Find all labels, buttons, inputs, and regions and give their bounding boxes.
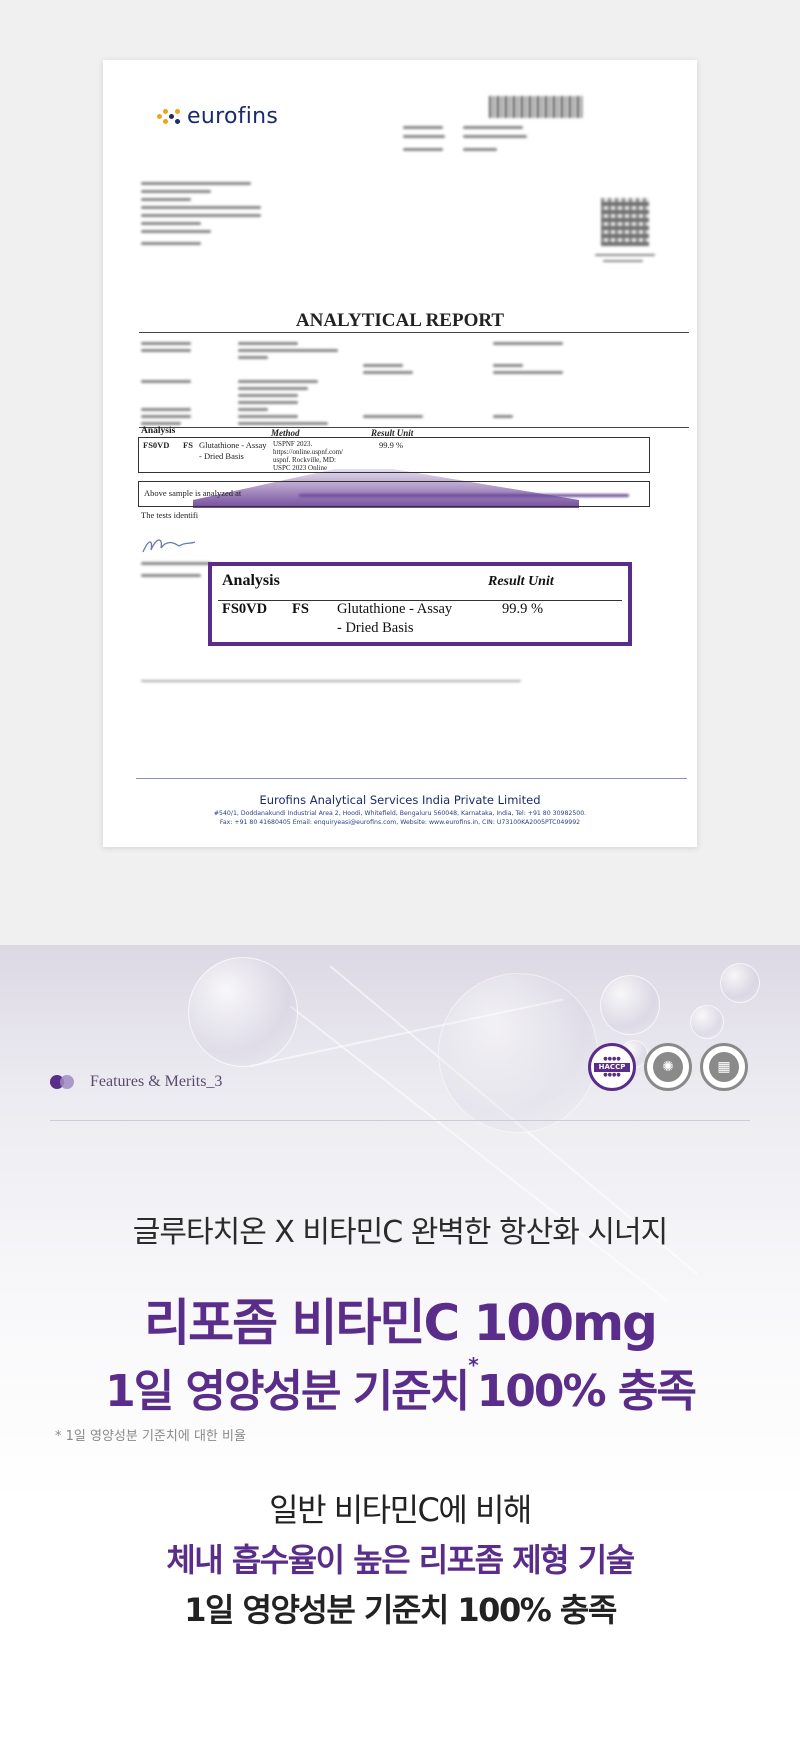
note-box: Above sample is analyzed at [138, 481, 650, 507]
footnote-text: * 1일 영양성분 기준치에 대한 비율 [55, 1429, 246, 1444]
row-desc-1: Glutathione - Assay [199, 440, 267, 450]
headline-daily-value-b: 100% 충족 [476, 1366, 697, 1417]
haccp-badge-label: HACCP [594, 1063, 630, 1072]
tests-line: The tests identifi [141, 510, 199, 520]
eurofins-wordmark: eurofins [187, 104, 279, 129]
seal-icon: ✺ [653, 1052, 683, 1082]
row-method-2: https://online.uspnf.com/ [273, 448, 343, 456]
eurofins-dots-icon [157, 107, 181, 127]
certification-badge: ✺ [644, 1043, 692, 1091]
analytical-report-document: eurofins ANALYTICAL REPORT Analysis Meth… [103, 60, 697, 847]
row-result: 99.9 % [379, 440, 404, 450]
molecule-bubble [188, 957, 298, 1067]
analysis-header: Analysis [141, 426, 176, 436]
row-code: FS0VD [143, 440, 170, 450]
building-icon: ▦ [709, 1052, 739, 1082]
report-title: ANALYTICAL REPORT [295, 310, 505, 331]
report-section: eurofins ANALYTICAL REPORT Analysis Meth… [0, 0, 800, 945]
footer-address-line-2: Fax: +91 80 41680405 Email: enquiryeasi@… [219, 819, 581, 826]
subhead-line-2: 체내 흡수율이 높은 리포좀 제형 기술 [166, 1541, 635, 1579]
row-method-4: USPC 2023 Online [273, 464, 328, 472]
molecule-bubble [720, 963, 760, 1003]
note-line: Above sample is analyzed at [144, 488, 242, 498]
signature-scribble [142, 539, 196, 553]
row-method-3: uspnf. Rockville, MD: [273, 456, 336, 464]
zoom-fs: FS [292, 601, 309, 617]
analysis-result-row: FS0VD FS Glutathione - Assay - Dried Bas… [138, 437, 650, 473]
molecule-bubble [600, 975, 660, 1035]
subhead-line-3: 1일 영양성분 기준치 100% 충족 [184, 1591, 617, 1629]
footer-address-line-1: #540/1, Doddanakundi Industrial Area 2, … [213, 810, 587, 817]
headline-line-1: 글루타치온 X 비타민C 완벽한 항산화 시너지 [132, 1215, 668, 1250]
headline-daily-value-a: 1일 영양성분 기준치 [105, 1366, 470, 1417]
zoom-analysis-label: Analysis [222, 572, 280, 589]
eurofins-logo: eurofins [157, 104, 278, 129]
zoom-result-unit-label: Result Unit [488, 574, 554, 589]
row-method-1: USPNF 2023. [273, 440, 313, 448]
footer-divider [136, 778, 687, 779]
subhead-line-1: 일반 비타민C에 비해 [269, 1491, 532, 1529]
certification-badge: ▦ [700, 1043, 748, 1091]
zoom-callout-box: Analysis Result Unit FS0VD FS Glutathion… [208, 562, 632, 646]
haccp-badge: ●●●● HACCP ●●●● [588, 1043, 636, 1091]
molecule-bubble [438, 973, 598, 1133]
features-section: Features & Merits_3 ●●●● HACCP ●●●● ✺ ▦ … [0, 945, 800, 1743]
zoom-desc-2: - Dried Basis [337, 620, 414, 636]
zoom-code: FS0VD [222, 601, 268, 617]
qr-code [601, 198, 649, 246]
headline-daily-value: 1일 영양성분 기준치*100% 충족 [0, 1353, 800, 1419]
features-label-row: Features & Merits_3 [50, 1073, 222, 1091]
footer-company-name: Eurofins Analytical Services India Priva… [259, 793, 541, 807]
zoom-desc-1: Glutathione - Assay [337, 601, 453, 617]
molecule-bubble [690, 1005, 724, 1039]
row-desc-2: - Dried Basis [199, 451, 244, 461]
barcode-image [489, 96, 583, 118]
zoom-result: 99.9 % [502, 601, 544, 617]
headline-product-name: 리포좀 비타민C 100mg [144, 1294, 658, 1352]
row-fs: FS [183, 440, 193, 450]
features-label: Features & Merits_3 [90, 1073, 223, 1090]
footnote-marker: * [468, 1353, 479, 1377]
features-divider [50, 1120, 750, 1121]
double-circle-icon [50, 1075, 78, 1089]
